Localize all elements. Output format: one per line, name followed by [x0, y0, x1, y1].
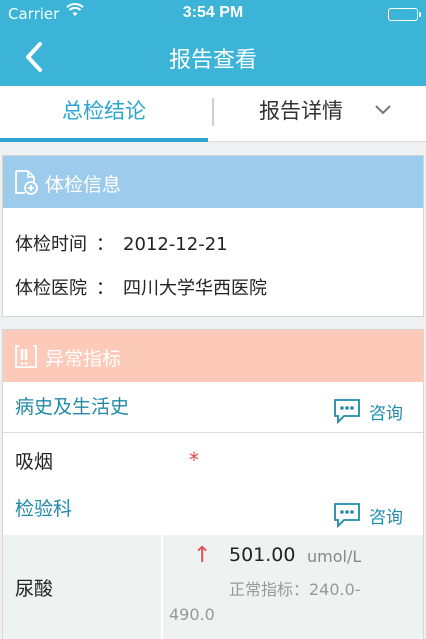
tab-active-indicator: [0, 138, 208, 142]
abnormal-indicators-card: 异常指标 病史及生活史 咨询 吸烟 * 检验科 咨询 尿酸 ↑ 501.00 u…: [2, 329, 424, 639]
abnormal-title: 异常指标: [45, 348, 122, 370]
tab-divider: [212, 98, 214, 126]
clock: 3:54 PM: [182, 4, 244, 21]
exam-hospital-row: 体检医院 ： 四川大学华西医院: [15, 274, 267, 300]
section-history-title: 病史及生活史: [15, 396, 130, 418]
result-value: 501.00: [229, 544, 296, 566]
exam-hospital-value: 四川大学华西医院: [123, 278, 267, 299]
exam-info-title: 体检信息: [45, 174, 122, 196]
tab-report-details-label: 报告详情: [259, 99, 343, 123]
status-bar: Carrier 3:54 PM: [0, 0, 426, 28]
exam-date-colon: ：: [96, 234, 114, 255]
chat-bubble-icon: [334, 503, 360, 528]
result-unit: umol/L: [307, 547, 362, 566]
result-normal-range: 正常指标：240.0-490.0: [169, 580, 361, 624]
exam-hospital-label: 体检医院: [15, 278, 87, 299]
tab-summary-label: 总检结论: [62, 99, 146, 123]
exam-date-label: 体检时间: [15, 234, 87, 255]
battery-icon: [388, 8, 421, 21]
chevron-down-icon: [375, 105, 391, 115]
exam-date-row: 体检时间 ： 2012-12-21: [15, 230, 228, 256]
result-name: 尿酸: [15, 578, 54, 600]
consult-button-lab[interactable]: 咨询: [333, 502, 403, 528]
consult-label-history: 咨询: [369, 403, 403, 424]
consult-label-lab: 咨询: [369, 507, 403, 528]
arrow-up-icon: ↑: [193, 543, 212, 568]
exam-info-card: 体检信息 体检时间 ： 2012-12-21 体检医院 ： 四川大学华西医院: [2, 155, 424, 317]
tab-bar: 总检结论 报告详情: [0, 86, 426, 142]
document-add-icon: [15, 170, 38, 195]
tab-summary[interactable]: 总检结论: [0, 86, 208, 142]
page-title: 报告查看: [168, 48, 257, 73]
exam-hospital-colon: ：: [96, 278, 114, 299]
alert-clipboard-icon: [15, 345, 37, 368]
section-history: 病史及生活史 咨询: [3, 382, 423, 432]
item-smoking-mark: *: [189, 448, 199, 472]
chat-bubble-icon: [334, 399, 360, 424]
result-row-uric-acid: 尿酸 ↑ 501.00 umol/L 正常指标：240.0-490.0: [3, 535, 423, 639]
consult-button-history[interactable]: 咨询: [333, 398, 403, 424]
section-lab-title: 检验科: [15, 498, 73, 520]
result-column-divider: [161, 535, 163, 639]
section-lab: 检验科 咨询: [3, 480, 423, 535]
item-smoking-name: 吸烟: [15, 451, 54, 473]
abnormal-header: 异常指标: [3, 330, 423, 382]
tab-report-details[interactable]: 报告详情: [215, 86, 426, 142]
nav-bar: 报告查看: [0, 28, 426, 86]
exam-info-header: 体检信息: [3, 156, 423, 208]
exam-date-value: 2012-12-21: [123, 234, 228, 255]
divider: [3, 432, 423, 433]
